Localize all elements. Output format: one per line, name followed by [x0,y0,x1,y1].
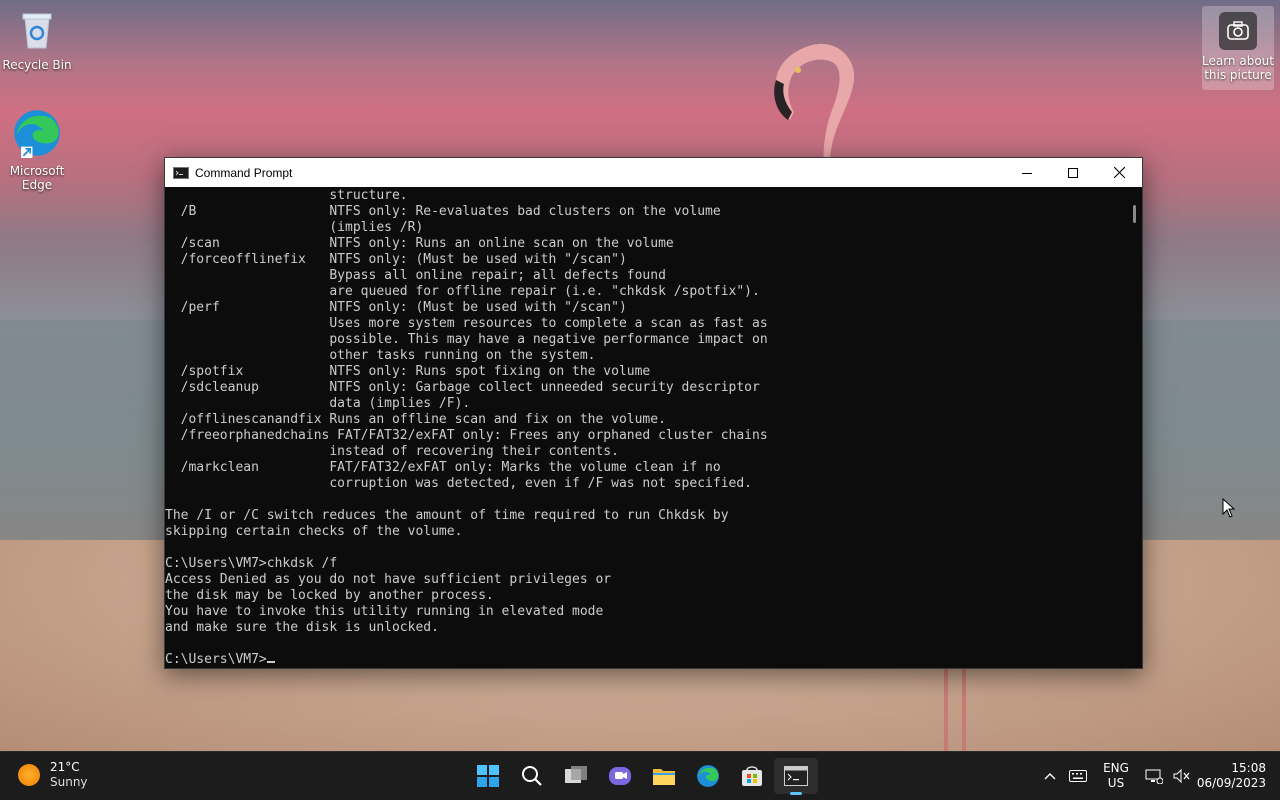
volume-button[interactable] [1168,768,1196,784]
folder-icon [653,769,675,785]
console-line: /forceofflinefix NTFS only: (Must be use… [165,252,627,267]
console-line: /markclean FAT/FAT32/exFAT only: Marks t… [165,460,721,475]
console-line: corruption was detected, even if /F was … [165,476,752,491]
console-line: the disk may be locked by another proces… [165,588,494,603]
store-button[interactable] [730,758,774,794]
wallpaper-flamingo-legs [944,666,966,752]
learn-label: Learn about this picture [1202,54,1274,82]
teams-chat-icon [609,767,631,785]
maximize-icon [1068,167,1078,178]
close-button[interactable] [1096,158,1142,187]
weather-cond: Sunny [50,775,88,789]
console-line: /B NTFS only: Re-evaluates bad clusters … [165,204,721,219]
chat-button[interactable] [598,758,642,794]
console-line: The /I or /C switch reduces the amount o… [165,508,729,523]
minimize-button[interactable] [1004,158,1050,187]
console-line: (implies /R) [165,220,424,235]
clock[interactable]: 15:08 06/09/2023 [1196,761,1266,791]
minimize-icon [1022,172,1032,174]
scrollbar[interactable] [1125,187,1142,668]
console-line: /freeorphanedchains FAT/FAT32/exFAT only… [165,428,768,443]
start-button[interactable] [466,758,510,794]
terminal-icon [784,766,808,786]
text-cursor [266,661,275,663]
scrollbar-thumb[interactable] [1133,205,1136,223]
console-output[interactable]: structure. /B NTFS only: Re-evaluates ba… [165,187,1125,668]
cmd-app-icon [173,166,189,179]
window-title: Command Prompt [195,165,293,180]
network-button[interactable] [1140,768,1168,784]
close-icon [1113,167,1125,178]
console-line: Bypass all online repair; all defects fo… [165,268,666,283]
edge-icon [697,765,719,787]
console-line: C:\Users\VM7>chkdsk /f [165,556,338,571]
search-icon [522,766,542,786]
windows-start-icon [477,765,499,787]
console-line: /sdcleanup NTFS only: Garbage collect un… [165,380,760,395]
console-line: /scan NTFS only: Runs an online scan on … [165,236,674,251]
title-bar[interactable]: Command Prompt [165,158,1142,187]
console-line: possible. This may have a negative perfo… [165,332,768,347]
sun-icon [18,764,40,786]
camera-icon [1219,12,1257,50]
task-view-icon [565,766,587,783]
show-hidden-icons-button[interactable] [1036,772,1064,780]
region-code: US [1107,776,1125,790]
edge-icon [14,110,60,158]
search-button[interactable] [510,758,554,794]
terminal-taskbar-button[interactable] [774,758,818,795]
language-code: ENG [1103,761,1129,775]
task-view-button[interactable] [554,758,598,794]
desktop-icon-label: Microsoft Edge [9,164,65,192]
learn-about-picture[interactable]: Learn about this picture [1202,6,1274,90]
volume-muted-icon [1173,768,1190,784]
desktop-icon-recycle-bin[interactable]: Recycle Bin [2,8,72,72]
console-prompt: C:\Users\VM7> [165,652,267,667]
chevron-up-icon [1044,773,1056,780]
clock-time: 15:08 [1231,761,1266,775]
console-line: and make sure the disk is unlocked. [165,620,439,635]
console-line: data (implies /F). [165,396,471,411]
network-icon [1145,769,1163,784]
console-line: other tasks running on the system. [165,348,596,363]
console-line: /offlinescanandfix Runs an offline scan … [165,412,666,427]
console-line: Access Denied as you do not have suffici… [165,572,612,587]
taskbar: 21°C Sunny ENG US 15:08 06/09/2023 [0,751,1280,800]
language-indicator[interactable]: ENG US [1098,761,1134,791]
weather-temp: 21°C [50,760,80,774]
maximize-button[interactable] [1050,158,1096,187]
weather-widget[interactable]: 21°C Sunny [18,760,88,790]
desktop-icon-label: Recycle Bin [2,58,72,72]
recycle-bin-icon [22,13,52,49]
command-prompt-window[interactable]: Command Prompt structure. /B NTFS only: … [164,157,1143,669]
console-line: /perf NTFS only: (Must be used with "/sc… [165,300,627,315]
console-line: You have to invoke this utility running … [165,604,604,619]
console-line: structure. [165,188,408,203]
keyboard-icon [1069,770,1087,782]
console-prompt-line[interactable]: C:\Users\VM7> [165,652,1125,668]
console-line: instead of recovering their contents. [165,444,619,459]
store-icon [742,766,762,786]
desktop-icon-edge[interactable]: Microsoft Edge [2,108,72,192]
console-line: /spotfix NTFS only: Runs spot fixing on … [165,364,651,379]
mouse-cursor-icon [1222,498,1236,518]
console-line: Uses more system resources to complete a… [165,316,768,331]
wallpaper-flamingo [774,43,855,170]
file-explorer-button[interactable] [642,758,686,794]
console-line: are queued for offline repair (i.e. "chk… [165,284,760,299]
keyboard-button[interactable] [1064,770,1092,782]
clock-date: 06/09/2023 [1196,776,1266,790]
edge-taskbar-button[interactable] [686,758,730,794]
console-line: skipping certain checks of the volume. [165,524,463,539]
